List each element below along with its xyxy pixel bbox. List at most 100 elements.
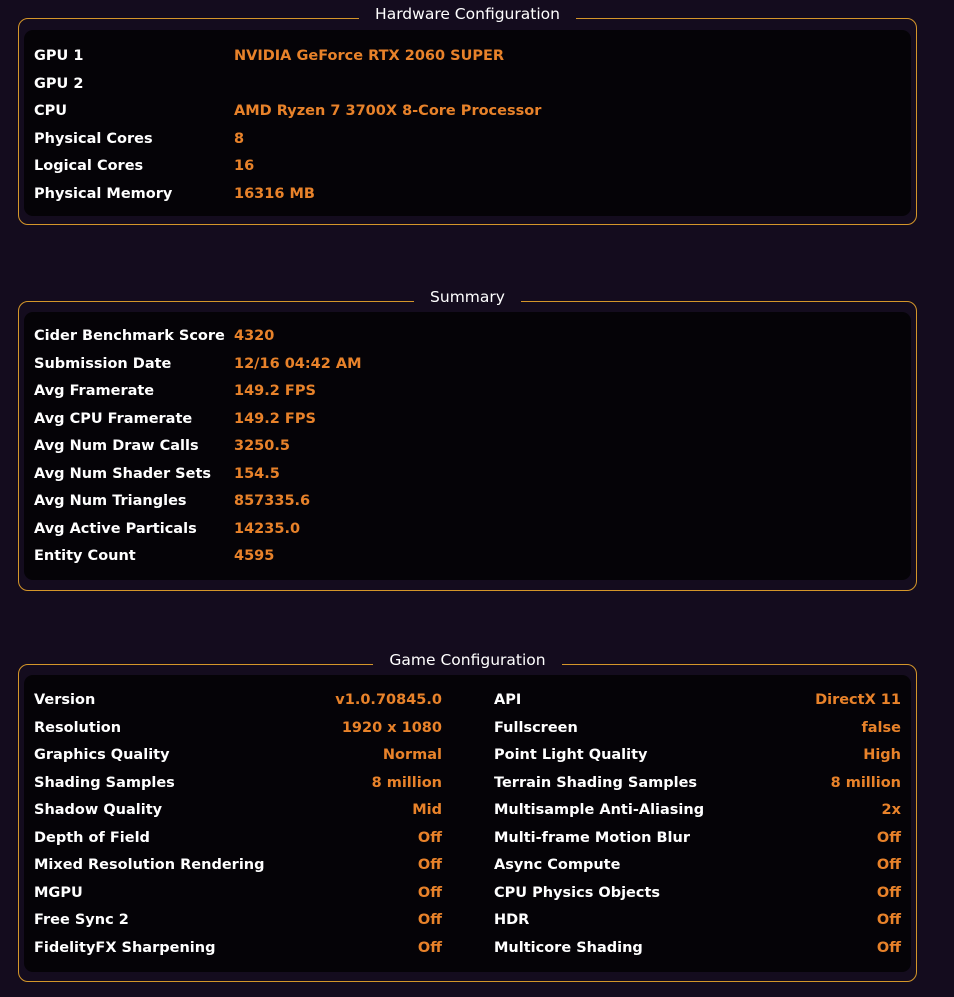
game-row: Terrain Shading Samples 8 million [494,773,901,793]
game-row: Depth of Field Off [34,828,442,848]
game-left-column: Version v1.0.70845.0 Resolution 1920 x 1… [34,675,442,972]
row-value: 16316 MB [234,186,315,202]
row-label: Avg Active Particals [34,521,197,537]
row-value: Off [876,885,901,901]
row-label: Physical Cores [34,131,153,147]
hardware-panel: GPU 1 NVIDIA GeForce RTX 2060 SUPER GPU … [24,30,911,216]
row-label: HDR [494,912,530,928]
row-value: Off [417,940,442,956]
row-label: Shading Samples [34,775,175,791]
row-label: Entity Count [34,548,136,564]
row-value: 12/16 04:42 AM [234,356,362,372]
row-label: CPU [34,103,68,119]
row-value: false [861,720,901,736]
game-row: Shading Samples 8 million [34,773,442,793]
row-value: 149.2 FPS [234,411,316,427]
row-label: Graphics Quality [34,747,170,763]
game-row: Point Light Quality High [494,745,901,765]
row-label: Submission Date [34,356,172,372]
game-title-text: Game Configuration [373,646,562,674]
row-label: Avg Framerate [34,383,155,399]
hardware-row: Logical Cores 16 [34,156,901,176]
row-label: GPU 2 [34,76,84,92]
row-label: Avg Num Triangles [34,493,187,509]
row-label: MGPU [34,885,83,901]
game-row: Multi-frame Motion Blur Off [494,828,901,848]
game-row: Shadow Quality Mid [34,800,442,820]
row-label: Avg Num Draw Calls [34,438,199,454]
summary-row: Submission Date 12/16 04:42 AM [34,354,901,374]
hardware-row: Physical Memory 16316 MB [34,184,901,204]
hardware-configuration-section: Hardware Configuration GPU 1 NVIDIA GeFo… [18,0,917,228]
summary-row: Avg Num Shader Sets 154.5 [34,464,901,484]
summary-row: Avg Framerate 149.2 FPS [34,381,901,401]
summary-row: Cider Benchmark Score 4320 [34,326,901,346]
row-label: Terrain Shading Samples [494,775,698,791]
row-value: Off [417,830,442,846]
summary-row: Avg Num Draw Calls 3250.5 [34,436,901,456]
row-value: v1.0.70845.0 [335,692,442,708]
row-label: Multisample Anti-Aliasing [494,802,705,818]
game-panel: Version v1.0.70845.0 Resolution 1920 x 1… [24,675,911,972]
summary-section: Summary Cider Benchmark Score 4320 Submi… [18,283,917,593]
game-row: Free Sync 2 Off [34,910,442,930]
hardware-row: CPU AMD Ryzen 7 3700X 8-Core Processor [34,101,901,121]
hardware-row: GPU 1 NVIDIA GeForce RTX 2060 SUPER [34,46,901,66]
summary-title-text: Summary [414,283,521,311]
row-label: CPU Physics Objects [494,885,661,901]
game-row: Multicore Shading Off [494,938,901,958]
row-value: 4595 [234,548,275,564]
summary-row: Avg Num Triangles 857335.6 [34,491,901,511]
row-value: 16 [234,158,255,174]
game-row: MGPU Off [34,883,442,903]
row-value: 1920 x 1080 [341,720,442,736]
summary-row: Avg CPU Framerate 149.2 FPS [34,409,901,429]
row-value: Mid [412,802,442,818]
game-row: Graphics Quality Normal [34,745,442,765]
row-label: Free Sync 2 [34,912,129,928]
game-configuration-section: Game Configuration Version v1.0.70845.0 … [18,646,917,986]
game-row: CPU Physics Objects Off [494,883,901,903]
row-label: Version [34,692,96,708]
hardware-row: GPU 2 [34,74,901,94]
row-value: High [863,747,901,763]
summary-panel: Cider Benchmark Score 4320 Submission Da… [24,312,911,580]
game-row: Mixed Resolution Rendering Off [34,855,442,875]
row-value: Off [417,885,442,901]
game-row: Fullscreen false [494,718,901,738]
row-value: 2x [881,802,901,818]
row-value: Off [417,857,442,873]
row-value: 8 million [830,775,901,791]
game-row: Multisample Anti-Aliasing 2x [494,800,901,820]
game-row: HDR Off [494,910,901,930]
game-right-column: API DirectX 11 Fullscreen false Point Li… [494,675,901,972]
summary-title: Summary [18,283,917,311]
row-label: Multi-frame Motion Blur [494,830,690,846]
row-value: 4320 [234,328,275,344]
row-label: Logical Cores [34,158,144,174]
row-label: Avg Num Shader Sets [34,466,212,482]
hardware-title: Hardware Configuration [18,0,917,28]
row-label: API [494,692,522,708]
row-label: GPU 1 [34,48,84,64]
row-value: 154.5 [234,466,280,482]
row-value: Off [876,830,901,846]
row-value: Off [876,940,901,956]
game-row: Resolution 1920 x 1080 [34,718,442,738]
row-value: Off [876,912,901,928]
row-label: Async Compute [494,857,621,873]
game-row: FidelityFX Sharpening Off [34,938,442,958]
row-label: Cider Benchmark Score [34,328,225,344]
row-label: FidelityFX Sharpening [34,940,216,956]
row-value: 857335.6 [234,493,311,509]
row-label: Point Light Quality [494,747,648,763]
row-label: Fullscreen [494,720,578,736]
row-value: DirectX 11 [815,692,901,708]
row-label: Resolution [34,720,122,736]
row-value: 3250.5 [234,438,290,454]
row-value: Off [417,912,442,928]
row-value: AMD Ryzen 7 3700X 8-Core Processor [234,103,542,119]
summary-row: Entity Count 4595 [34,546,901,566]
game-row: Async Compute Off [494,855,901,875]
hardware-title-text: Hardware Configuration [359,0,576,28]
